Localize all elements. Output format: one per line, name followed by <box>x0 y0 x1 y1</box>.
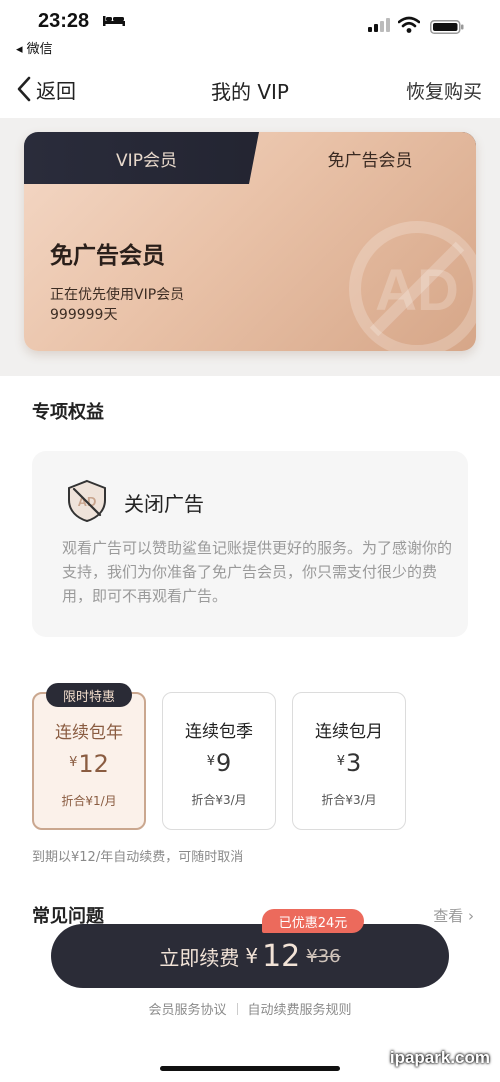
plan-option-quarterly[interactable]: 连续包季 ¥9 折合¥3/月 <box>162 692 276 830</box>
site-watermark: ipapark.com <box>389 1048 490 1067</box>
plan-name: 连续包季 <box>185 722 253 742</box>
tab-vip-member[interactable]: VIP会员 <box>24 132 269 184</box>
plan-price: ¥12 <box>69 750 109 778</box>
renew-now-button[interactable]: 立即续费 ¥ 12 ¥36 <box>51 924 449 988</box>
card-days-remaining: 999999天 <box>50 307 118 323</box>
original-price: ¥36 <box>306 945 341 967</box>
member-agreement-link[interactable]: 会员服务协议 <box>148 1003 226 1018</box>
tab-adfree-member[interactable]: 免广告会员 <box>264 132 476 184</box>
limited-offer-badge: 限时特惠 <box>46 683 132 707</box>
restore-purchase-button[interactable]: 恢复购买 <box>406 77 482 104</box>
membership-card: VIP会员 免广告会员 AD 免广告会员 正在优先使用VIP会员 999999天 <box>24 132 476 351</box>
cellular-signal-icon <box>368 18 390 32</box>
auto-renew-note: 到期以¥12/年自动续费，可随时取消 <box>32 850 244 865</box>
plan-name: 连续包年 <box>55 723 123 743</box>
benefits-section-title: 专项权益 <box>32 402 104 423</box>
plan-price: ¥9 <box>206 749 232 777</box>
benefit-description: 观看广告可以赞助鲨鱼记账提供更好的服务。为了感谢你的支持，我们为你准备了免广告会… <box>62 539 453 605</box>
plan-price: ¥3 <box>336 749 362 777</box>
auto-renew-rules-link[interactable]: 自动续费服务规则 <box>248 1003 352 1018</box>
plan-option-yearly[interactable]: 连续包年 ¥12 折合¥1/月 <box>32 692 146 830</box>
plan-unit-price: 折合¥3/月 <box>321 793 377 807</box>
sleep-mode-icon <box>103 16 125 26</box>
plan-name: 连续包月 <box>315 722 383 742</box>
link-divider <box>236 1003 238 1015</box>
renew-button-label: 立即续费 <box>159 945 240 970</box>
ad-blocked-watermark-icon: AD <box>349 221 476 351</box>
renew-price: 12 <box>262 938 301 974</box>
battery-icon <box>430 20 464 34</box>
wifi-icon <box>398 16 420 33</box>
watermark-ad-text: AD <box>375 258 459 323</box>
home-indicator[interactable] <box>160 1066 340 1071</box>
card-status-line: 正在优先使用VIP会员 <box>50 287 185 303</box>
ad-blocked-shield-icon: AD <box>68 479 106 523</box>
benefit-title: 关闭广告 <box>124 492 204 516</box>
card-title: 免广告会员 <box>50 243 165 269</box>
plan-unit-price: 折合¥3/月 <box>191 793 247 807</box>
status-time: 23:28 <box>38 10 90 32</box>
faq-view-more-link[interactable]: 查看 › <box>433 905 474 926</box>
footer-links: 会员服务协议 自动续费服务规则 <box>0 999 500 1018</box>
discount-badge: 已优惠24元 <box>262 909 364 933</box>
back-to-wechat-link[interactable]: ◂ 微信 <box>16 38 53 57</box>
plan-unit-price: 折合¥1/月 <box>61 794 117 808</box>
plan-option-monthly[interactable]: 连续包月 ¥3 折合¥3/月 <box>292 692 406 830</box>
renew-currency: ¥ <box>245 944 259 968</box>
